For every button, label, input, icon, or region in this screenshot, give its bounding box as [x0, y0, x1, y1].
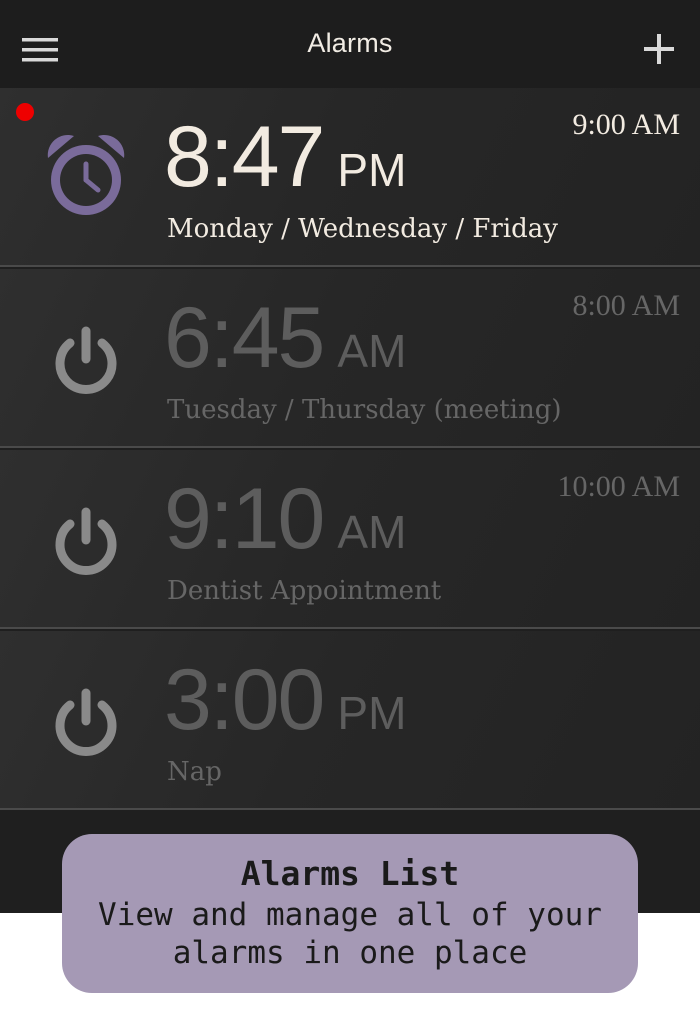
- notification-dot: [16, 103, 34, 121]
- alarm-ampm: AM: [337, 325, 407, 377]
- alarm-next-time: 10:00 AM: [557, 470, 680, 503]
- page-title: Alarms: [307, 28, 393, 58]
- alarm-label: Tuesday / Thursday (meeting): [167, 395, 562, 425]
- alarm-time-value: 3:00: [164, 652, 325, 748]
- onboarding-tooltip[interactable]: Alarms List View and manage all of your …: [62, 834, 638, 993]
- alarm-ampm: PM: [337, 687, 407, 739]
- alarm-time-value: 6:45: [164, 290, 325, 386]
- power-icon[interactable]: [40, 309, 132, 401]
- alarm-label: Dentist Appointment: [167, 576, 442, 606]
- alarm-label: Nap: [167, 757, 222, 787]
- plus-icon[interactable]: [636, 26, 682, 72]
- alarm-ampm: PM: [337, 144, 407, 196]
- alarm-time: 6:45 AM: [164, 289, 406, 388]
- power-icon[interactable]: [40, 671, 132, 763]
- alarm-time: 9:10 AM: [164, 470, 406, 569]
- alarm-row[interactable]: 8:47 PM Monday / Wednesday / Friday 9:00 …: [0, 88, 700, 267]
- alarm-row[interactable]: 6:45 AM Tuesday / Thursday (meeting) 8:00…: [0, 269, 700, 448]
- power-icon[interactable]: [40, 490, 132, 582]
- tooltip-title: Alarms List: [240, 854, 460, 893]
- alarm-time-value: 9:10: [164, 471, 325, 567]
- tooltip-body: View and manage all of your alarms in on…: [98, 897, 602, 971]
- header-bar: Alarms: [0, 0, 700, 88]
- alarm-row[interactable]: 3:00 PM Nap: [0, 631, 700, 810]
- alarm-next-time: 9:00 AM: [572, 108, 680, 141]
- alarm-clock-icon[interactable]: [40, 128, 132, 220]
- alarms-app: Alarms 8:47 PM Monday / Wednesday / Frida…: [0, 0, 700, 913]
- alarm-time: 3:00 PM: [164, 651, 406, 750]
- alarm-label: Monday / Wednesday / Friday: [167, 214, 558, 244]
- alarm-time-value: 8:47: [164, 109, 325, 205]
- alarm-ampm: AM: [337, 506, 407, 558]
- alarm-time: 8:47 PM: [164, 108, 406, 207]
- alarm-next-time: 8:00 AM: [572, 289, 680, 322]
- alarm-row[interactable]: 9:10 AM Dentist Appointment 10:00 AM: [0, 450, 700, 629]
